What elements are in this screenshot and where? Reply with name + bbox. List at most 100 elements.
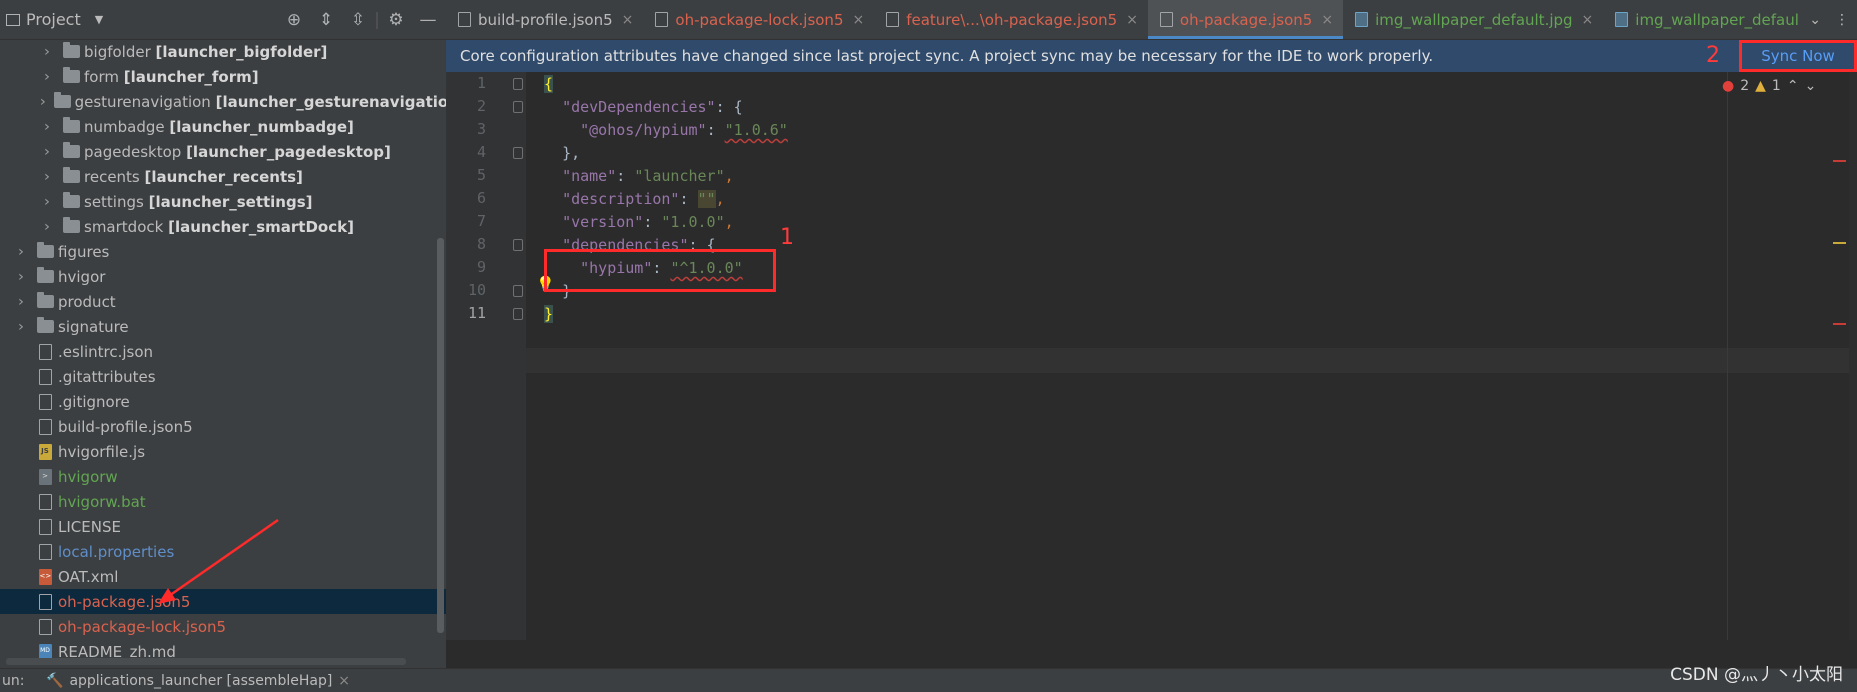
tree-folder-item[interactable]: › recents [launcher_recents] [0,164,446,189]
chevron-right-icon[interactable]: › [39,144,54,160]
fold-marker-icon[interactable] [513,285,523,297]
tree-item-name: pagedesktop [84,142,182,161]
tree-file-item[interactable]: local.properties [0,539,446,564]
tree-file-item[interactable]: .eslintrc.json [0,339,446,364]
chevron-down-icon[interactable]: ⌄ [1809,12,1821,28]
tree-item-label: hvigorfile.js [58,443,145,461]
tree-item-label: smartdock [launcher_smartDock] [84,218,354,236]
image-file-icon [1355,12,1369,27]
code-editor[interactable]: 1 2 3 4 5 6 7 8 9 10 11 💡 { "devDependencies": { "… [446,72,1857,640]
tree-item-name: hvigorw.bat [58,492,146,511]
code-token: "description" [562,190,680,208]
editor-tab[interactable]: img_wallpaper_defaul [1603,0,1809,39]
sync-now-link[interactable]: Sync Now [1739,40,1857,72]
editor-tab[interactable]: oh-package-lock.json5 × [643,0,874,39]
chevron-right-icon[interactable]: › [13,244,28,260]
tree-item-label: oh-package-lock.json5 [58,618,226,636]
sync-notification-bar: Core configuration attributes have chang… [446,40,1857,72]
editor-tab[interactable]: img_wallpaper_default.jpg × [1343,0,1603,39]
tree-folder-item[interactable]: › smartdock [launcher_smartDock] [0,214,446,239]
close-icon[interactable]: × [852,12,864,28]
watermark: CSDN @灬丿丶小太阳 [1670,665,1843,685]
hide-panel-icon[interactable]: — [412,10,444,30]
fold-marker-icon[interactable] [513,147,523,159]
fold-marker-icon[interactable] [513,308,523,320]
tree-file-item[interactable]: .gitattributes [0,364,446,389]
previous-highlight-icon[interactable]: ⌃ [1787,78,1799,94]
fold-marker-icon[interactable] [513,101,523,113]
gear-icon[interactable]: ⚙ [380,10,412,30]
tree-folder-item[interactable]: › pagedesktop [launcher_pagedesktop] [0,139,446,164]
warning-stripe-marker[interactable] [1833,242,1846,244]
code-line-1: { [544,72,554,97]
chevron-right-icon[interactable]: › [13,294,28,310]
more-vertical-icon[interactable]: ⋮ [1835,12,1849,28]
tree-item-module: [launcher_gesturenavigation] [215,92,446,111]
line-number: 11 [467,304,486,322]
tree-folder-item[interactable]: › hvigor [0,264,446,289]
chevron-right-icon[interactable]: › [39,44,54,60]
chevron-right-icon[interactable]: › [39,194,54,210]
close-icon[interactable]: × [622,12,634,28]
tree-folder-item[interactable]: › settings [launcher_settings] [0,189,446,214]
chevron-right-icon[interactable]: › [40,94,46,110]
close-icon[interactable]: × [338,673,350,689]
close-icon[interactable]: × [1321,12,1333,28]
tree-file-item[interactable]: > hvigorw [0,464,446,489]
tree-file-item[interactable]: JS hvigorfile.js [0,439,446,464]
editor-tab[interactable]: oh-package.json5 × [1147,0,1344,39]
error-icon: ● [1722,78,1735,94]
tree-item-label: form [launcher_form] [84,68,259,86]
tree-item-name: hvigorfile.js [58,442,146,461]
project-title[interactable]: Project [26,10,81,29]
tree-folder-item[interactable]: › bigfolder [launcher_bigfolder] [0,39,446,64]
tree-folder-item[interactable]: › gesturenavigation [launcher_gesturenavi… [0,89,446,114]
tree-file-item[interactable]: oh-package-lock.json5 [0,614,446,639]
fold-marker-icon[interactable] [513,78,523,90]
tree-file-item[interactable]: .gitignore [0,389,446,414]
editor-tab-label: img_wallpaper_defaul [1635,10,1799,29]
folder-icon [36,317,54,335]
locate-file-icon[interactable]: ⊕ [278,10,310,30]
error-stripe-marker[interactable] [1833,323,1846,325]
tree-item-label: .gitattributes [58,368,156,386]
editor-vertical-scrollbar[interactable] [1849,72,1857,640]
chevron-right-icon[interactable]: › [39,219,54,235]
tree-folder-item[interactable]: › form [launcher_form] [0,64,446,89]
annotation-label-2: 2 [1706,43,1720,68]
editor-tab[interactable]: build-profile.json5 × [446,0,643,39]
chevron-right-icon[interactable]: › [39,169,54,185]
expand-all-icon[interactable]: ⇕ [310,10,342,30]
tree-file-item[interactable]: <> OAT.xml [0,564,446,589]
close-icon[interactable]: × [1582,12,1594,28]
next-highlight-icon[interactable]: ⌄ [1805,78,1817,94]
run-config-tab[interactable]: 🔨 applications_launcher [assembleHap] × [46,673,350,689]
tree-vertical-scrollbar[interactable] [437,238,444,633]
tree-folder-item[interactable]: › product [0,289,446,314]
tree-folder-item[interactable]: › numbadge [launcher_numbadge] [0,114,446,139]
folder-icon [62,42,80,60]
error-stripe-marker[interactable] [1833,160,1846,162]
tree-file-item[interactable]: oh-package.json5 [0,589,446,614]
chevron-right-icon[interactable]: › [39,69,54,85]
tree-item-module: [launcher_bigfolder] [155,42,328,61]
tree-file-item[interactable]: LICENSE [0,514,446,539]
folder-icon [53,92,71,110]
fold-marker-icon[interactable] [513,239,523,251]
editor-tab[interactable]: feature\...\oh-package.json5 × [874,0,1148,39]
chevron-right-icon[interactable]: › [39,119,54,135]
tree-file-item[interactable]: build-profile.json5 [0,414,446,439]
close-icon[interactable]: × [1126,12,1138,28]
collapse-all-icon[interactable]: ⇳ [342,10,374,30]
tree-folder-item[interactable]: › figures [0,239,446,264]
chevron-right-icon[interactable]: › [13,319,28,335]
inspection-widget[interactable]: ● 2 ▲ 1 ⌃ ⌄ [1722,78,1816,94]
tree-folder-item[interactable]: › signature [0,314,446,339]
tree-file-item[interactable]: hvigorw.bat [0,489,446,514]
tree-horizontal-scrollbar[interactable] [6,658,406,665]
chevron-down-icon[interactable]: ▼ [95,13,103,26]
tree-item-name: form [84,67,119,86]
run-tool-window-bar: un: 🔨 applications_launcher [assembleHap… [0,668,1857,692]
chevron-right-icon[interactable]: › [13,269,28,285]
folder-icon [62,117,80,135]
